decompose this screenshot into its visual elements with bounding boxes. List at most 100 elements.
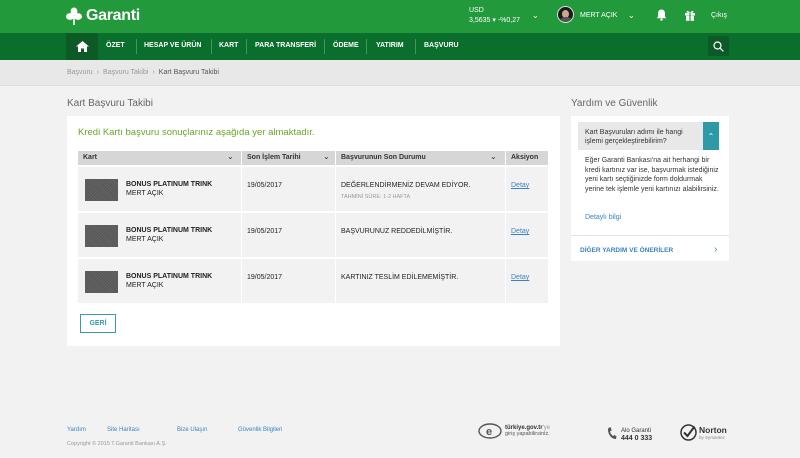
table-row: BONUS PLATINUM TRINK MERT AÇIK 19/05/201… (78, 213, 548, 257)
nav-divider (415, 39, 416, 54)
top-header: Garanti USD 3,5635 ▾ -%0,27 ⌄ MERT AÇIK … (0, 0, 800, 33)
help-card: Kart Başvuruları adımı ile hangi işlemi … (571, 116, 729, 261)
main-card: Kredi Kartı başvuru sonuçlarınız aşağıda… (67, 116, 560, 346)
detail-link[interactable]: Detay (511, 228, 529, 235)
last-action-date: 19/05/2017 (247, 182, 283, 189)
card-owner: MERT AÇIK (126, 236, 164, 243)
alo-garanti: Alo Garanti 444 0 333 (621, 427, 652, 443)
chevron-down-icon[interactable]: ⌄ (227, 152, 234, 161)
application-status: KARTINIZ TESLİM EDİLEMEMİŞTİR. (341, 274, 459, 281)
column-header-son-durum[interactable]: Başvurunun Son Durumu (341, 154, 426, 161)
card-name: BONUS PLATINUM TRINK (126, 181, 213, 188)
column-divider (505, 167, 506, 211)
column-divider (335, 151, 336, 165)
gift-icon[interactable] (684, 9, 696, 21)
user-name[interactable]: MERT AÇIK (580, 12, 617, 19)
svg-text:e: e (486, 426, 492, 438)
detail-info-link[interactable]: Detaylı bilgi (585, 214, 621, 221)
card-name: BONUS PLATINUM TRINK (126, 227, 213, 234)
nav-divider (246, 39, 247, 54)
logout-link[interactable]: Çıkış (711, 12, 727, 19)
bell-icon[interactable] (656, 9, 667, 21)
chevron-up-icon: ⌃ (707, 131, 715, 141)
table-header: Kart ⌄ Son İşlem Tarihi ⌄ Başvurunun Son… (78, 151, 548, 165)
column-divider (505, 259, 506, 303)
result-headline: Kredi Kartı başvuru sonuçlarınız aşağıda… (78, 127, 315, 138)
column-divider (335, 213, 336, 257)
nav-item-yatirim[interactable]: YATIRIM (376, 42, 404, 49)
breadcrumb: Başvuru › Başvuru Takibi › Kart Başvuru Taki… (67, 69, 219, 76)
currency-widget[interactable]: USD 3,5635 ▾ -%0,27 (469, 6, 520, 26)
column-divider (241, 259, 242, 303)
card-image (85, 225, 118, 247)
column-divider (335, 167, 336, 211)
column-divider (505, 213, 506, 257)
footer-link-yardim[interactable]: Yardım (67, 427, 86, 433)
garanti-logo[interactable]: Garanti (66, 7, 140, 25)
collapse-button[interactable]: ⌃ (703, 122, 719, 150)
brand-name: Garanti (86, 7, 140, 24)
nav-item-ozet[interactable]: ÖZET (106, 42, 125, 49)
norton-check-icon (680, 424, 697, 441)
nav-divider (324, 39, 325, 54)
norton-label: Norton (699, 424, 727, 435)
column-header-kart[interactable]: Kart (83, 154, 97, 161)
egov-badge[interactable]: e türkiye.gov.tr'ye giriş yapabilirsiniz… (478, 421, 550, 441)
footer-link-site-haritasi[interactable]: Site Haritası (107, 427, 140, 433)
chevron-down-icon[interactable]: ⌄ (490, 152, 497, 161)
footer-link-guvenlik-bilgileri[interactable]: Güvenlik Bilgileri (238, 427, 282, 433)
card-owner: MERT AÇIK (126, 190, 164, 197)
chevron-down-icon[interactable]: ⌄ (532, 11, 539, 20)
footer-link-bize-ulasin[interactable]: Bize Ulaşın (177, 427, 207, 433)
chevron-right-icon[interactable]: › (714, 244, 717, 255)
breadcrumb-item-basvuru[interactable]: Başvuru (67, 69, 93, 76)
chevron-down-icon[interactable]: ⌄ (628, 11, 635, 20)
column-header-son-islem-tarihi[interactable]: Son İşlem Tarihi (247, 154, 301, 161)
nav-item-para-transferi[interactable]: PARA TRANSFERİ (255, 42, 316, 49)
chevron-down-icon[interactable]: ⌄ (323, 152, 330, 161)
copyright: Copyright © 2015 T.Garanti Bankası A.Ş. (67, 441, 167, 447)
faq-question-text: Kart Başvuruları adımı ile hangi işlemi … (585, 129, 683, 145)
column-header-aksiyon: Aksiyon (511, 154, 539, 161)
norton-sub: by Symantec (699, 434, 726, 440)
estimated-time: TAHMİNİ SÜRE: 1-2 HAFTA (341, 194, 411, 200)
table-row: BONUS PLATINUM TRINK MERT AÇIK 19/05/201… (78, 167, 548, 211)
phone-icon (607, 427, 617, 439)
e-devlet-logo-icon: e (478, 423, 502, 439)
card-owner: MERT AÇIK (126, 282, 164, 289)
detail-link[interactable]: Detay (511, 182, 529, 189)
page-title: Kart Başvuru Takibi (67, 98, 153, 109)
avatar[interactable] (557, 6, 574, 23)
detail-link[interactable]: Detay (511, 274, 529, 281)
nav-home-button[interactable] (66, 33, 98, 60)
nav-item-hesap-ve-urun[interactable]: HESAP VE ÜRÜN (144, 42, 201, 49)
breadcrumb-item-basvuru-takibi[interactable]: Başvuru Takibi (103, 69, 148, 76)
more-help-link[interactable]: DİĞER YARDIM VE ÖNERİLER (580, 247, 673, 254)
back-button[interactable]: GERİ (80, 314, 116, 333)
egov-text: giriş yapabilirsiniz. (505, 431, 550, 437)
search-button[interactable] (708, 36, 729, 56)
nav-item-kart[interactable]: KART (219, 42, 238, 49)
main-nav: ÖZET HESAP VE ÜRÜN KART PARA TRANSFERİ Ö… (0, 33, 800, 60)
faq-question[interactable]: Kart Başvuruları adımı ile hangi işlemi … (578, 122, 719, 150)
nav-item-odeme[interactable]: ÖDEME (333, 42, 359, 49)
nav-item-basvuru[interactable]: BAŞVURU (424, 42, 459, 49)
nav-divider (366, 39, 367, 54)
home-icon (75, 41, 89, 52)
breadcrumb-separator: › (96, 69, 100, 76)
column-divider (335, 259, 336, 303)
faq-answer: Eğer Garanti Bankası'na ait herhangi bir… (585, 157, 719, 193)
divider (571, 235, 729, 236)
table-row: BONUS PLATINUM TRINK MERT AÇIK 19/05/201… (78, 259, 548, 303)
search-icon (713, 40, 724, 52)
norton-badge[interactable]: Norton by Symantec (680, 424, 727, 441)
alo-label: Alo Garanti (621, 428, 652, 434)
application-status: DEĞERLENDİRMENİZ DEVAM EDİYOR. (341, 182, 471, 189)
nav-divider (136, 39, 137, 54)
card-image (85, 179, 118, 201)
nav-divider (211, 39, 212, 54)
column-divider (505, 151, 506, 165)
last-action-date: 19/05/2017 (247, 274, 283, 281)
last-action-date: 19/05/2017 (247, 228, 283, 235)
currency-code: USD (469, 7, 484, 14)
